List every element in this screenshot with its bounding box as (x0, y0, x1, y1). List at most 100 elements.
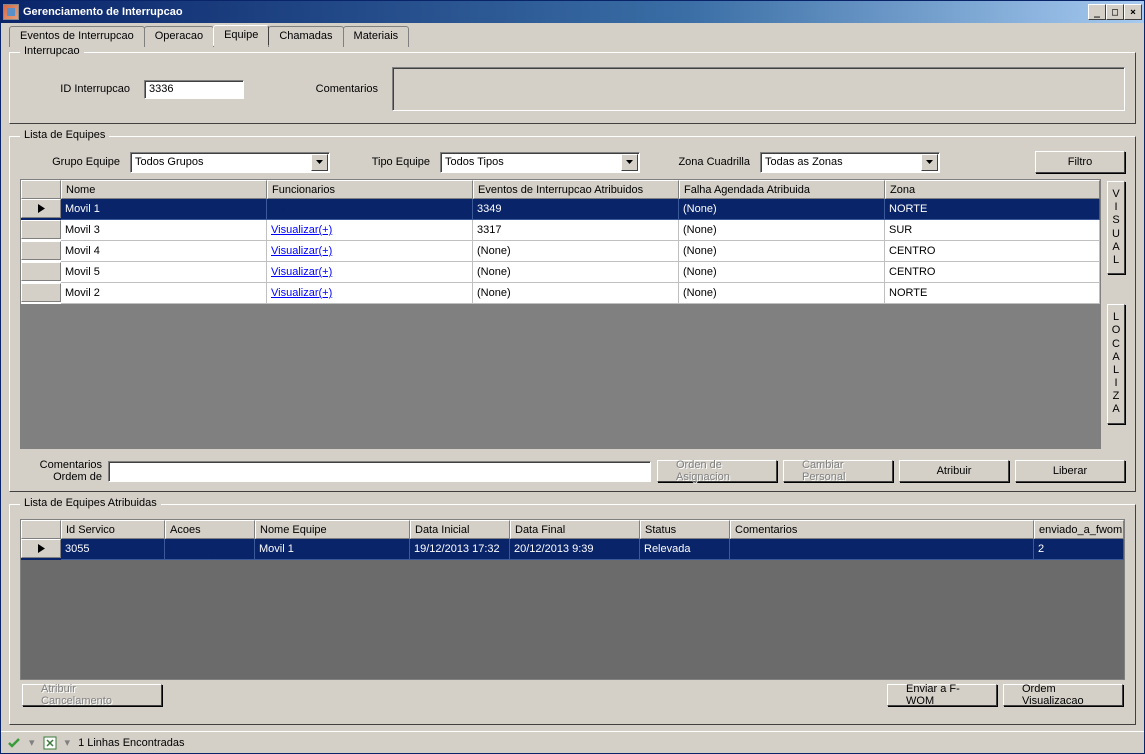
minimize-button[interactable]: _ (1088, 4, 1106, 20)
statusbar: ▾ ▾ 1 Linhas Encontradas (1, 731, 1144, 753)
cell-funcionarios: Visualizar(+) (267, 199, 473, 220)
table-row[interactable]: Movil 5 Visualizar(+) (None) (None) CENT… (21, 262, 1100, 283)
col-acoes[interactable]: Acoes (165, 520, 255, 539)
cell-zona: NORTE (885, 283, 1100, 304)
zona-cuadrilla-combo[interactable]: Todas as Zonas (760, 152, 940, 173)
excel-icon (43, 736, 57, 750)
col-id-servico[interactable]: Id Servico (61, 520, 165, 539)
tab-materiais[interactable]: Materiais (343, 26, 410, 47)
col-data-inicial[interactable]: Data Inicial (410, 520, 510, 539)
row-indicator (21, 220, 61, 239)
cell-funcionarios: Visualizar(+) (267, 241, 473, 262)
visualizar-link[interactable]: Visualizar(+) (271, 245, 332, 257)
visualizar-link[interactable]: Visualizar(+) (271, 224, 332, 236)
row-indicator-icon (21, 199, 61, 218)
cell-nome: Movil 5 (61, 262, 267, 283)
col-data-final[interactable]: Data Final (510, 520, 640, 539)
tab-eventos[interactable]: Eventos de Interrupcao (9, 26, 145, 47)
cell-comentarios (730, 539, 1034, 560)
grupo-equipe-combo[interactable]: Todos Grupos (130, 152, 330, 173)
orden-asignacion-button: Orden de Asignacion (657, 460, 777, 482)
cell-id-servico: 3055 (61, 539, 165, 560)
cell-funcionarios: Visualizar(+) (267, 283, 473, 304)
group-interrupcao: Interrupcao ID Interrupcao 3336 Comentar… (9, 52, 1136, 124)
chevron-down-icon (311, 154, 328, 171)
visual-button[interactable]: VISUAL (1107, 181, 1125, 274)
cambiar-personal-button: Cambiar Personal (783, 460, 893, 482)
liberar-button[interactable]: Liberar (1015, 460, 1125, 482)
cell-eventos: (None) (473, 283, 679, 304)
status-sep: ▾ (29, 736, 35, 749)
comentarios-ordem-field[interactable] (108, 461, 651, 482)
cell-nome: Movil 1 (61, 199, 267, 220)
comentarios-box (392, 67, 1125, 111)
atribuir-cancelamento-button: Atribuir Cancelamento (22, 684, 162, 706)
col-falha[interactable]: Falha Agendada Atribuida (679, 180, 885, 199)
cell-zona: CENTRO (885, 241, 1100, 262)
filtro-button[interactable]: Filtro (1035, 151, 1125, 173)
zona-cuadrilla-label: Zona Cuadrilla (650, 156, 750, 168)
grupo-equipe-label: Grupo Equipe (20, 156, 120, 168)
cell-falha: (None) (679, 199, 885, 220)
cell-falha: (None) (679, 220, 885, 241)
table-row[interactable]: 3055 Salvar(+) Movil 1 19/12/2013 17:32 … (21, 539, 1124, 560)
col-comentarios[interactable]: Comentarios (730, 520, 1034, 539)
tab-operacao[interactable]: Operacao (144, 26, 214, 47)
tipo-equipe-value: Todos Tipos (441, 156, 620, 168)
row-indicator (21, 283, 61, 302)
col-status[interactable]: Status (640, 520, 730, 539)
cell-data-final: 20/12/2013 9:39 (510, 539, 640, 560)
client-area: Eventos de Interrupcao Operacao Equipe C… (1, 23, 1144, 731)
row-indicator (21, 241, 61, 260)
cell-falha: (None) (679, 283, 885, 304)
cell-eventos: (None) (473, 262, 679, 283)
table-row[interactable]: Movil 2 Visualizar(+) (None) (None) NORT… (21, 283, 1100, 304)
close-button[interactable]: × (1124, 4, 1142, 20)
col-eventos[interactable]: Eventos de Interrupcao Atribuidos (473, 180, 679, 199)
row-indicator (21, 262, 61, 281)
col-nome[interactable]: Nome (61, 180, 267, 199)
ordem-visualizacao-button[interactable]: Ordem Visualizacao (1003, 684, 1123, 706)
col-zona[interactable]: Zona (885, 180, 1100, 199)
cell-nome: Movil 3 (61, 220, 267, 241)
cell-nome: Movil 2 (61, 283, 267, 304)
equipes-grid-body: Movil 1 Visualizar(+) 3349 (None) NORTE … (21, 199, 1100, 448)
group-lista-equipes: Lista de Equipes Grupo Equipe Todos Grup… (9, 136, 1136, 492)
visualizar-link[interactable]: Visualizar(+) (271, 287, 332, 299)
equipes-grid[interactable]: Nome Funcionarios Eventos de Interrupcao… (20, 179, 1101, 449)
row-selector-header (21, 180, 61, 199)
group-atribuidas-label: Lista de Equipes Atribuidas (20, 497, 161, 509)
tab-equipe[interactable]: Equipe (213, 25, 269, 46)
col-nome-equipe[interactable]: Nome Equipe (255, 520, 410, 539)
col-funcionarios[interactable]: Funcionarios (267, 180, 473, 199)
col-enviado[interactable]: enviado_a_fwom (1034, 520, 1124, 539)
cell-funcionarios: Visualizar(+) (267, 262, 473, 283)
cell-nome: Movil 4 (61, 241, 267, 262)
visualizar-link[interactable]: Visualizar(+) (271, 266, 332, 278)
cell-status: Relevada (640, 539, 730, 560)
cell-zona: NORTE (885, 199, 1100, 220)
table-row[interactable]: Movil 1 Visualizar(+) 3349 (None) NORTE (21, 199, 1100, 220)
tipo-equipe-combo[interactable]: Todos Tipos (440, 152, 640, 173)
localiza-button[interactable]: LOCALIZA (1107, 304, 1125, 424)
maximize-button[interactable]: □ (1106, 4, 1124, 20)
titlebar: Gerenciamento de Interrupcao _ □ × (1, 1, 1144, 23)
visualizar-link[interactable]: Visualizar(+) (271, 203, 332, 215)
window-title: Gerenciamento de Interrupcao (23, 6, 1088, 18)
chevron-down-icon (621, 154, 638, 171)
table-row[interactable]: Movil 4 Visualizar(+) (None) (None) CENT… (21, 241, 1100, 262)
cell-funcionarios: Visualizar(+) (267, 220, 473, 241)
atribuidas-grid[interactable]: Id Servico Acoes Nome Equipe Data Inicia… (20, 519, 1125, 680)
tipo-equipe-label: Tipo Equipe (340, 156, 430, 168)
app-icon (3, 4, 19, 20)
cell-falha: (None) (679, 241, 885, 262)
id-interrupcao-field[interactable]: 3336 (144, 80, 244, 99)
enviar-fwom-button[interactable]: Enviar a F-WOM (887, 684, 997, 706)
table-row[interactable]: Movil 3 Visualizar(+) 3317 (None) SUR (21, 220, 1100, 241)
acoes-link[interactable]: Salvar(+) (169, 543, 214, 555)
tab-chamadas[interactable]: Chamadas (268, 26, 343, 47)
cell-acoes: Salvar(+) (165, 539, 255, 560)
atribuir-button[interactable]: Atribuir (899, 460, 1009, 482)
cell-enviado: 2 (1034, 539, 1124, 560)
cell-eventos: (None) (473, 241, 679, 262)
